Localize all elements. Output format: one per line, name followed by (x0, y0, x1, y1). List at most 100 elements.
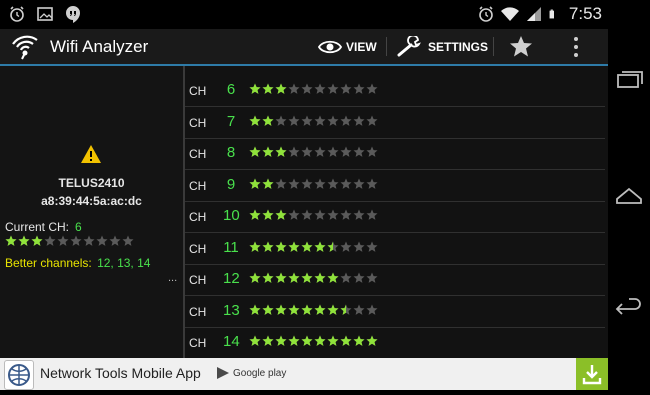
separator (493, 37, 494, 56)
star-empty-icon (366, 241, 378, 252)
star-filled-icon (249, 335, 261, 346)
alarm-icon (479, 6, 493, 22)
star-half-icon (340, 304, 352, 315)
star-empty-icon (353, 304, 365, 315)
star-filled-icon (275, 83, 287, 94)
image-icon (37, 7, 53, 21)
star-filled-icon (249, 115, 261, 126)
star-filled-icon (262, 83, 274, 94)
settings-label: SETTINGS (428, 39, 489, 54)
settings-button[interactable]: SETTINGS (396, 29, 488, 64)
channel-label: CH (189, 84, 207, 98)
channel-row: CH 10 (185, 201, 605, 233)
channel-number: 6 (226, 81, 236, 98)
star-filled-icon (288, 304, 300, 315)
ad-text: Network Tools Mobile App (40, 365, 201, 381)
channel-row: CH 13 (185, 296, 605, 328)
star-empty-icon (353, 241, 365, 252)
wifi-analyzer-logo-icon (12, 35, 38, 60)
star-filled-icon (301, 304, 313, 315)
view-button[interactable]: VIEW (318, 29, 377, 64)
star-filled-icon (275, 304, 287, 315)
current-channel-rating (5, 235, 134, 247)
star-empty-icon (301, 115, 313, 126)
warning-icon (81, 145, 101, 163)
star-filled-icon (301, 272, 313, 283)
star-empty-icon (353, 83, 365, 94)
star-empty-icon (353, 115, 365, 126)
ad-banner[interactable]: Network Tools Mobile App Google play (0, 358, 608, 390)
star-filled-icon (262, 146, 274, 157)
status-bar: 7:53 (0, 0, 608, 29)
star-filled-icon (327, 272, 339, 283)
star-empty-icon (57, 235, 69, 246)
view-label: VIEW (346, 39, 377, 54)
star-empty-icon (314, 83, 326, 94)
star-filled-icon (5, 235, 17, 246)
star-empty-icon (340, 146, 352, 157)
star-filled-icon (301, 335, 313, 346)
eye-icon (318, 40, 342, 53)
current-channel: Current CH: 6 (5, 220, 82, 234)
network-bssid: a8:39:44:5a:ac:dc (41, 194, 142, 208)
current-channel-value: 6 (75, 220, 82, 234)
star-empty-icon (340, 209, 352, 220)
star-filled-icon (18, 235, 30, 246)
channel-row: CH 14 (185, 327, 605, 358)
star-filled-icon (275, 272, 287, 283)
current-channel-label: Current CH: (5, 220, 70, 234)
star-empty-icon (340, 178, 352, 189)
star-filled-icon (366, 335, 378, 346)
star-empty-icon (288, 115, 300, 126)
channel-rating (249, 335, 378, 347)
network-tools-app-icon (4, 360, 34, 390)
google-play-icon (217, 367, 229, 379)
star-empty-icon (366, 272, 378, 283)
star-empty-icon (301, 178, 313, 189)
back-icon[interactable] (614, 294, 644, 324)
alarm-icon (10, 6, 24, 22)
star-empty-icon (122, 235, 134, 246)
star-favorite-icon[interactable] (509, 35, 533, 57)
channel-rating (249, 241, 378, 253)
overflow-menu-icon[interactable] (572, 36, 580, 58)
star-empty-icon (288, 178, 300, 189)
star-filled-icon (249, 304, 261, 315)
star-filled-icon (301, 241, 313, 252)
google-play-badge: Google play (216, 366, 286, 380)
star-filled-icon (262, 304, 274, 315)
star-empty-icon (288, 83, 300, 94)
home-icon[interactable] (614, 180, 644, 210)
star-filled-icon (288, 272, 300, 283)
wifi-signal-icon (500, 7, 519, 22)
channel-row: CH 7 (185, 107, 605, 139)
star-filled-icon (327, 335, 339, 346)
network-info-panel: TELUS2410 a8:39:44:5a:ac:dc Current CH: 6… (0, 66, 183, 358)
star-filled-icon (249, 83, 261, 94)
channel-label: CH (189, 147, 207, 161)
cell-signal-icon (526, 7, 541, 21)
star-filled-icon (249, 272, 261, 283)
star-filled-icon (249, 146, 261, 157)
star-empty-icon (366, 304, 378, 315)
star-empty-icon (109, 235, 121, 246)
channel-label: CH (189, 304, 207, 319)
star-empty-icon (301, 146, 313, 157)
star-filled-icon (353, 335, 365, 346)
star-empty-icon (44, 235, 56, 246)
channel-label: CH (189, 115, 207, 130)
star-empty-icon (340, 241, 352, 252)
hangouts-icon (66, 6, 80, 23)
star-empty-icon (340, 272, 352, 283)
app-title: Wifi Analyzer (50, 37, 149, 56)
star-empty-icon (327, 115, 339, 126)
download-button[interactable] (576, 358, 608, 390)
clock: 7:53 (568, 4, 602, 23)
star-empty-icon (288, 209, 300, 220)
channel-row: CH 8 (185, 138, 605, 170)
recent-apps-icon[interactable] (614, 65, 644, 95)
battery-icon (549, 9, 554, 19)
star-filled-icon (327, 304, 339, 315)
channel-number: 10 (223, 207, 240, 224)
channel-rating-list[interactable]: CH 6 CH 7 CH 8 CH 9 CH 10 CH 11 CH 12 CH 13 CH 14 (185, 66, 608, 358)
